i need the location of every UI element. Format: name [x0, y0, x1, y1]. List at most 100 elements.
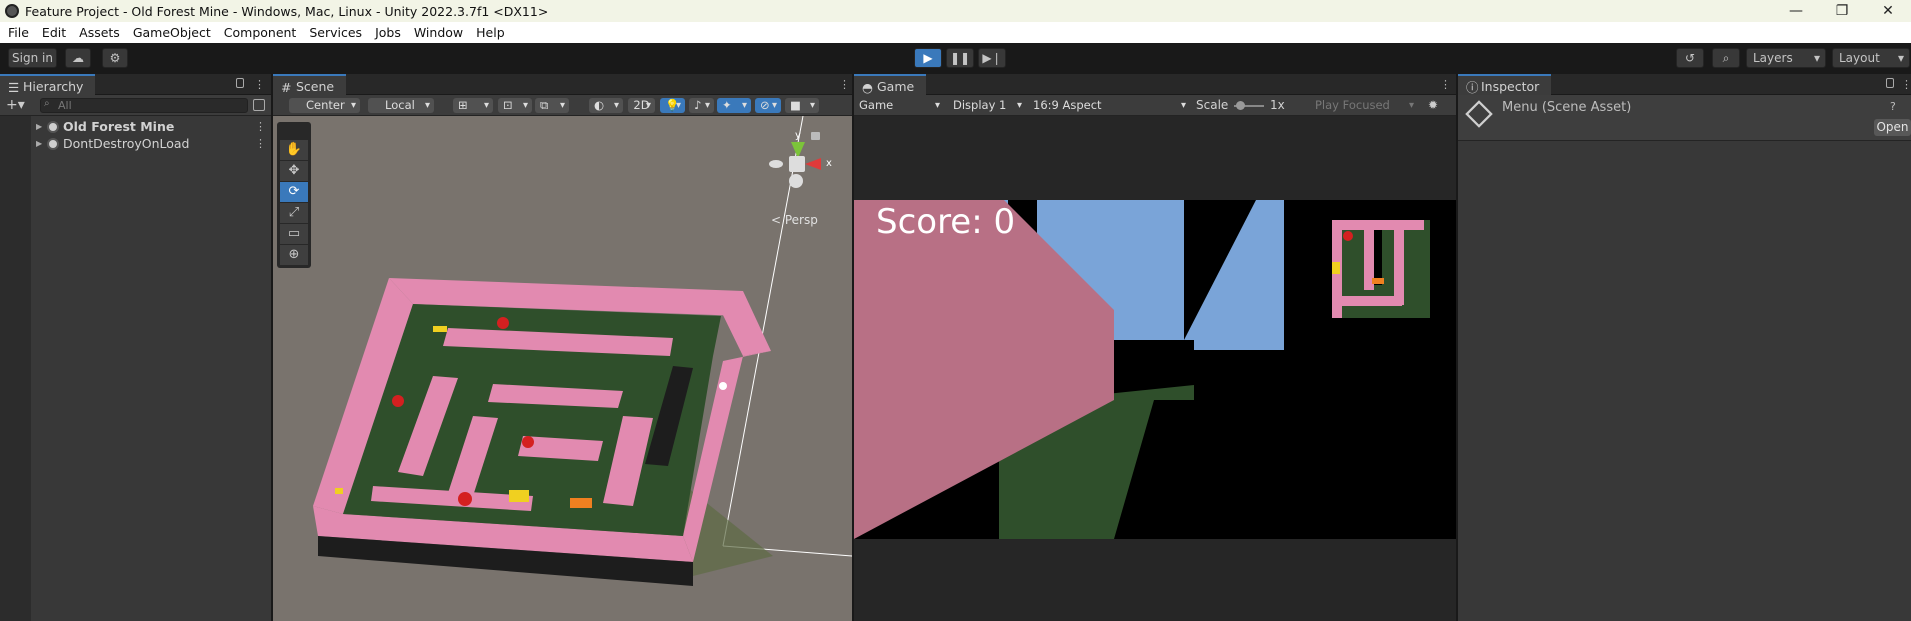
gizmo-center-cube[interactable] [789, 156, 805, 172]
lighting-toggle-icon[interactable]: 💡 [660, 98, 685, 113]
game-viewport[interactable] [854, 200, 1456, 539]
stats-gear-icon[interactable]: ✹ [1428, 98, 1438, 112]
menu-services[interactable]: Services [309, 25, 362, 40]
main-toolbar: Sign in ☁ ⚙ ▶ ❚❚ ▶❘ ↺ ⌕ Layers ▾ Layout ▾ [0, 43, 1911, 72]
hierarchy-row-dontdestroyonload[interactable]: ▶ DontDestroyOnLoad ⋮ [0, 136, 271, 152]
layout-label: Layout [1839, 51, 1880, 65]
lock-icon[interactable] [236, 78, 244, 88]
axis-neg-y-cone[interactable] [789, 174, 803, 188]
toggle-2d-button[interactable]: 2D [628, 98, 655, 113]
expand-arrow-icon[interactable]: ▶ [36, 136, 42, 152]
aspect-dropdown[interactable]: 16:9 Aspect [1028, 98, 1190, 113]
transform-tool-icon[interactable]: ⊕ [280, 245, 308, 265]
game-view-dropdown[interactable]: Game [854, 98, 944, 113]
camera-icon [719, 382, 727, 390]
yellow-tile [335, 488, 343, 494]
kebab-menu-icon[interactable]: ⋮ [255, 136, 266, 152]
yellow-tile [509, 490, 529, 502]
kebab-menu-icon[interactable]: ⋮ [1901, 78, 1911, 91]
search-icon: ⌕ [44, 98, 50, 109]
layers-label: Layers [1753, 51, 1793, 65]
scene-panel: # Scene ⋮ Center Local ⊞ ⊡ ⧉ ◐ 2D 💡 ♪ ✦ ⊘… [273, 74, 852, 621]
hierarchy-row-scene[interactable]: ▶ Old Forest Mine ⋮ [0, 119, 271, 135]
snapping-icon[interactable]: ⧉ [535, 98, 569, 113]
snap-increment-icon[interactable]: ⊡ [498, 98, 532, 113]
shading-mode-dropdown[interactable]: ◐ [589, 98, 623, 113]
tab-inspector[interactable]: ⓘ Inspector [1458, 74, 1552, 95]
step-button[interactable]: ▶❘ [978, 48, 1006, 68]
tool-palette: ✋ ✥ ⟳ ⤢ ▭ ⊕ [277, 122, 311, 268]
gizmo-lock-icon[interactable] [811, 132, 820, 140]
scale-label: Scale [1196, 98, 1229, 112]
rect-tool-icon[interactable]: ▭ [280, 224, 308, 244]
menu-jobs[interactable]: Jobs [375, 25, 401, 40]
menu-window[interactable]: Window [414, 25, 463, 40]
rotate-tool-icon[interactable]: ⟳ [280, 182, 308, 202]
axis-x-cone[interactable] [805, 158, 821, 170]
tab-scene[interactable]: # Scene [273, 74, 347, 95]
kebab-menu-icon[interactable]: ⋮ [839, 78, 850, 91]
display-dropdown[interactable]: Display 1 [948, 98, 1026, 113]
lock-icon[interactable] [1886, 78, 1894, 88]
tab-game[interactable]: ◓ Game [854, 74, 927, 95]
pivot-center-dropdown[interactable]: Center [289, 98, 360, 113]
tab-hierarchy[interactable]: ☰ Hierarchy [0, 74, 96, 95]
kebab-menu-icon[interactable]: ⋮ [1440, 78, 1451, 91]
scene-visibility-icon[interactable] [253, 99, 265, 111]
info-icon: ⓘ [1466, 80, 1479, 95]
window-titlebar: Feature Project - Old Forest Mine - Wind… [0, 0, 1911, 22]
menu-file[interactable]: File [8, 25, 29, 40]
camera-dropdown[interactable]: ■ [785, 98, 819, 113]
play-mode-dropdown[interactable]: Play Focused [1310, 98, 1418, 113]
menu-component[interactable]: Component [224, 25, 297, 40]
chevron-down-icon: ▾ [1897, 51, 1904, 65]
hierarchy-panel: ☰ Hierarchy ⋮ +▾ All ⌕ ▶ Old Forest Mine … [0, 74, 271, 621]
hierarchy-item-label: Old Forest Mine [63, 119, 175, 134]
pause-button[interactable]: ❚❚ [946, 48, 974, 68]
hand-tool-icon[interactable]: ✋ [280, 140, 308, 160]
orientation-gizmo[interactable]: y x [763, 130, 843, 209]
kebab-menu-icon[interactable]: ⋮ [255, 119, 266, 135]
menu-help[interactable]: Help [476, 25, 505, 40]
hierarchy-search-input[interactable]: All [40, 98, 248, 113]
menu-edit[interactable]: Edit [42, 25, 66, 40]
add-icon[interactable]: +▾ [6, 97, 25, 113]
kebab-menu-icon[interactable]: ⋮ [254, 78, 265, 91]
layers-dropdown[interactable]: Layers ▾ [1746, 48, 1826, 68]
expand-arrow-icon[interactable]: ▶ [36, 119, 42, 135]
orange-tile [570, 498, 592, 508]
perspective-label[interactable]: < Persp [771, 213, 818, 227]
menu-assets[interactable]: Assets [79, 25, 120, 40]
scale-slider-handle[interactable] [1236, 101, 1245, 110]
menu-bar: File Edit Assets GameObject Component Se… [0, 22, 1911, 43]
hierarchy-item-label: DontDestroyOnLoad [63, 136, 190, 151]
history-icon[interactable]: ↺ [1676, 48, 1704, 68]
axis-neg-x-cone[interactable] [769, 160, 783, 168]
list-icon: ☰ [8, 80, 20, 95]
grid-snap-dropdown[interactable]: ⊞ [453, 98, 493, 113]
inspector-header: Menu (Scene Asset) ? Open [1458, 95, 1911, 141]
move-tool-icon[interactable]: ✥ [280, 161, 308, 181]
sign-in-button[interactable]: Sign in [8, 48, 57, 68]
cloud-icon[interactable]: ☁ [65, 48, 91, 68]
collab-gear-icon[interactable]: ⚙ [102, 48, 128, 68]
layout-dropdown[interactable]: Layout ▾ [1832, 48, 1910, 68]
axis-x-label: x [826, 158, 832, 169]
search-icon[interactable]: ⌕ [1712, 48, 1740, 68]
audio-toggle-icon[interactable]: ♪ [689, 98, 714, 113]
gamepad-icon: ◓ [862, 80, 873, 95]
menu-gameobject[interactable]: GameObject [133, 25, 211, 40]
minimize-button[interactable]: — [1773, 0, 1819, 22]
scale-tool-icon[interactable]: ⤢ [280, 203, 308, 223]
restore-button[interactable]: ❐ [1819, 0, 1865, 22]
hidden-objects-icon[interactable]: ⊘ [755, 98, 781, 113]
close-button[interactable]: ✕ [1865, 0, 1911, 22]
tab-hierarchy-label: Hierarchy [23, 79, 84, 94]
help-icon[interactable]: ? [1890, 100, 1896, 113]
play-button[interactable]: ▶ [914, 48, 942, 68]
effects-dropdown[interactable]: ✦ [717, 98, 751, 113]
unity-scene-icon [47, 138, 59, 150]
open-button[interactable]: Open [1874, 119, 1911, 136]
pivot-local-dropdown[interactable]: Local [368, 98, 434, 113]
tab-game-label: Game [877, 79, 915, 94]
